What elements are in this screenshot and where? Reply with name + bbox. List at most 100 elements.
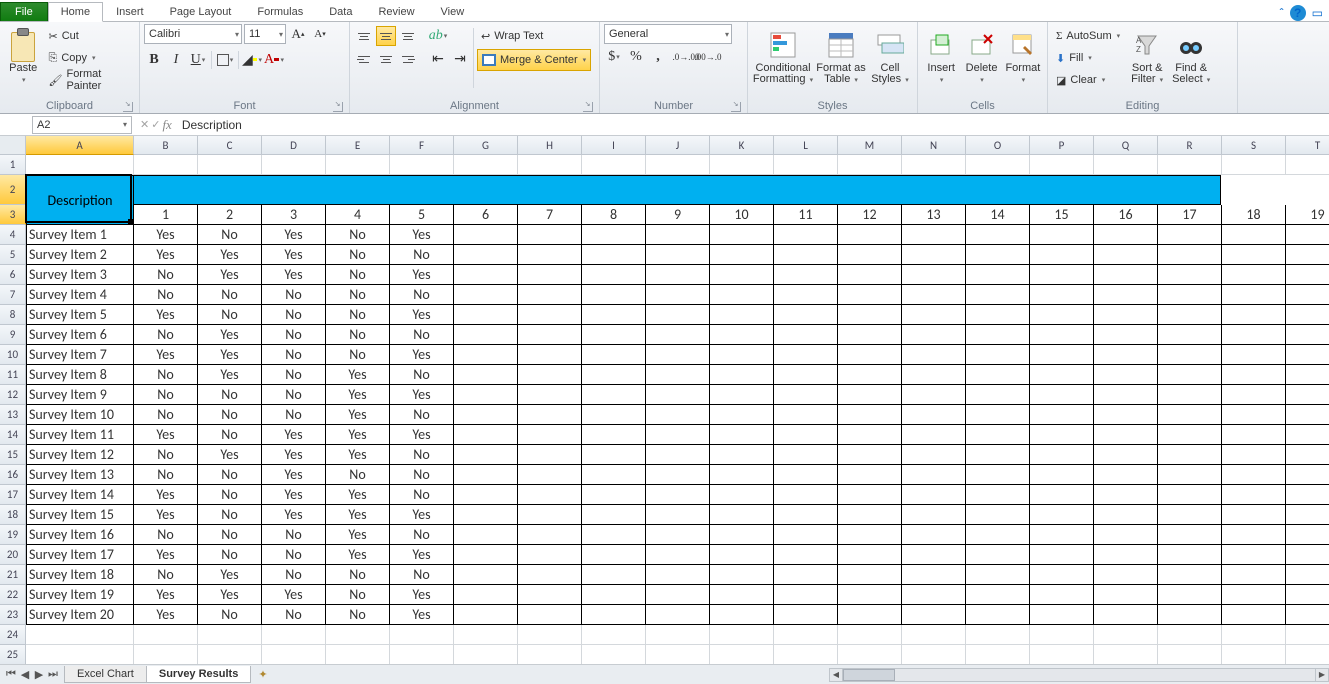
orientation-button[interactable]: ab▾	[428, 26, 448, 46]
row-header[interactable]: 13	[0, 405, 26, 425]
column-header[interactable]: B	[134, 136, 198, 155]
cell[interactable]	[582, 445, 646, 465]
cell[interactable]	[454, 245, 518, 265]
cell[interactable]	[966, 465, 1030, 485]
cell[interactable]	[902, 385, 966, 405]
cell[interactable]	[454, 325, 518, 345]
cell[interactable]: 18	[1222, 205, 1286, 225]
cell[interactable]	[838, 645, 902, 664]
cell[interactable]	[1222, 505, 1286, 525]
cell[interactable]	[1030, 405, 1094, 425]
cell[interactable]	[134, 645, 198, 664]
cell[interactable]: Yes	[326, 385, 390, 405]
cell[interactable]	[1222, 565, 1286, 585]
row-header[interactable]: 9	[0, 325, 26, 345]
cell[interactable]	[1030, 425, 1094, 445]
row-header[interactable]: 16	[0, 465, 26, 485]
cell[interactable]	[838, 225, 902, 245]
cell[interactable]	[1094, 505, 1158, 525]
cell[interactable]	[454, 155, 518, 175]
cell[interactable]	[966, 265, 1030, 285]
cell[interactable]	[1158, 485, 1222, 505]
cell[interactable]	[518, 265, 582, 285]
format-cells-button[interactable]: Format▾	[1003, 24, 1043, 90]
column-header[interactable]: M	[838, 136, 902, 155]
cell[interactable]	[1094, 365, 1158, 385]
cell[interactable]	[326, 645, 390, 664]
cell[interactable]	[1286, 345, 1329, 365]
cell[interactable]: Yes	[326, 425, 390, 445]
cell[interactable]: No	[262, 525, 326, 545]
cell[interactable]	[1222, 585, 1286, 605]
cell[interactable]	[774, 385, 838, 405]
cell[interactable]	[838, 305, 902, 325]
horizontal-scrollbar[interactable]: ◀ ▶	[829, 667, 1329, 683]
cell[interactable]	[518, 245, 582, 265]
cell[interactable]	[1030, 585, 1094, 605]
cell[interactable]	[326, 625, 390, 645]
cell[interactable]	[198, 625, 262, 645]
cell[interactable]	[838, 485, 902, 505]
cell[interactable]: Yes	[134, 605, 198, 625]
cell[interactable]	[966, 645, 1030, 664]
cell[interactable]	[1286, 245, 1329, 265]
cell[interactable]	[1222, 545, 1286, 565]
cell[interactable]: Survey Item 17	[26, 545, 134, 565]
cell[interactable]	[966, 405, 1030, 425]
cell[interactable]: Survey Item 12	[26, 445, 134, 465]
cell[interactable]: Yes	[390, 345, 454, 365]
cell[interactable]	[1158, 645, 1222, 664]
cell[interactable]: Yes	[390, 265, 454, 285]
cell[interactable]	[1030, 325, 1094, 345]
cell[interactable]	[1158, 585, 1222, 605]
cell[interactable]	[1158, 365, 1222, 385]
cell[interactable]: No	[198, 505, 262, 525]
cell[interactable]	[1222, 525, 1286, 545]
cell[interactable]: 3	[262, 205, 326, 225]
tab-page-layout[interactable]: Page Layout	[157, 2, 245, 21]
cell[interactable]	[1030, 645, 1094, 664]
cell[interactable]	[1094, 525, 1158, 545]
cell[interactable]	[902, 245, 966, 265]
cell[interactable]	[646, 525, 710, 545]
cell[interactable]	[838, 465, 902, 485]
cell[interactable]	[582, 225, 646, 245]
cell[interactable]	[582, 525, 646, 545]
cell[interactable]	[710, 545, 774, 565]
cell[interactable]	[1286, 385, 1329, 405]
cell[interactable]: Yes	[198, 345, 262, 365]
cell[interactable]: No	[198, 285, 262, 305]
cell[interactable]	[1222, 425, 1286, 445]
cell[interactable]	[774, 605, 838, 625]
cell[interactable]: Yes	[326, 405, 390, 425]
cell[interactable]: 12	[838, 205, 902, 225]
cell[interactable]	[838, 585, 902, 605]
row-header[interactable]: 22	[0, 585, 26, 605]
first-sheet-button[interactable]: ⏮	[4, 668, 18, 681]
cell[interactable]: No	[198, 225, 262, 245]
cell[interactable]: No	[326, 305, 390, 325]
cell[interactable]	[1158, 345, 1222, 365]
cell[interactable]	[1030, 545, 1094, 565]
cell[interactable]	[710, 485, 774, 505]
cell[interactable]: Yes	[198, 365, 262, 385]
cell[interactable]	[966, 445, 1030, 465]
cell[interactable]	[966, 605, 1030, 625]
cell[interactable]	[838, 345, 902, 365]
cell[interactable]	[966, 245, 1030, 265]
cell[interactable]	[1094, 625, 1158, 645]
cell[interactable]	[966, 585, 1030, 605]
cell[interactable]	[774, 625, 838, 645]
row-header[interactable]: 15	[0, 445, 26, 465]
cell[interactable]	[1094, 325, 1158, 345]
cell[interactable]	[646, 385, 710, 405]
cell[interactable]	[454, 505, 518, 525]
row-header[interactable]: 21	[0, 565, 26, 585]
cell[interactable]	[902, 465, 966, 485]
cell[interactable]: Yes	[134, 485, 198, 505]
cell[interactable]	[774, 225, 838, 245]
cell[interactable]: Yes	[134, 225, 198, 245]
cell[interactable]	[1222, 345, 1286, 365]
cell[interactable]	[390, 645, 454, 664]
cell[interactable]: No	[390, 405, 454, 425]
